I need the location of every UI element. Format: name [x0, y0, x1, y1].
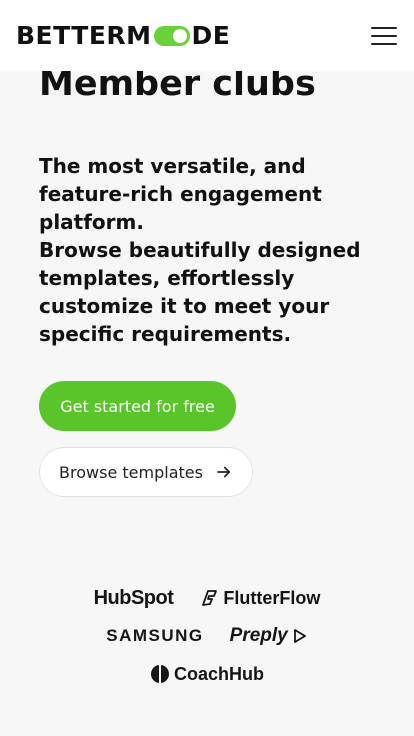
- logo-text-start: BETTERM: [16, 21, 152, 50]
- preply-logo: Preply: [230, 625, 308, 647]
- hero-section: Member clubs The most versatile, and fea…: [39, 62, 379, 348]
- preply-icon: [293, 629, 306, 643]
- hero-subtitle: The most versatile, and feature-rich eng…: [39, 154, 361, 346]
- hamburger-icon-line: [371, 26, 397, 29]
- logo-row: CoachHub: [0, 661, 414, 687]
- hamburger-menu-button[interactable]: [370, 24, 398, 48]
- toggle-icon: [153, 25, 190, 46]
- hamburger-icon-line: [371, 34, 397, 37]
- top-navigation-bar: BETTERM DE: [0, 0, 414, 71]
- browse-templates-label: Browse templates: [59, 462, 203, 482]
- get-started-button[interactable]: Get started for free: [39, 381, 236, 431]
- hubspot-logo: HubSpot: [93, 586, 174, 609]
- logo-text-end: DE: [191, 21, 231, 50]
- samsung-logo: SAMSUNG: [106, 626, 204, 645]
- hamburger-icon-line: [371, 42, 397, 45]
- brand-logo[interactable]: BETTERM DE: [16, 21, 230, 50]
- logo-row: HubSpot FlutterFlow: [0, 585, 414, 611]
- customer-logos: HubSpot FlutterFlow SAMSUNG Preply Coach…: [0, 585, 414, 699]
- flutterflow-logo: FlutterFlow: [199, 588, 320, 609]
- coachhub-logo: CoachHub: [150, 664, 264, 685]
- arrow-right-icon: [217, 466, 231, 478]
- flutterflow-icon: [202, 590, 218, 606]
- logo-row: SAMSUNG Preply: [0, 623, 414, 649]
- browse-templates-button[interactable]: Browse templates: [39, 447, 253, 497]
- get-started-label: Get started for free: [60, 396, 215, 416]
- coachhub-icon: [151, 665, 169, 683]
